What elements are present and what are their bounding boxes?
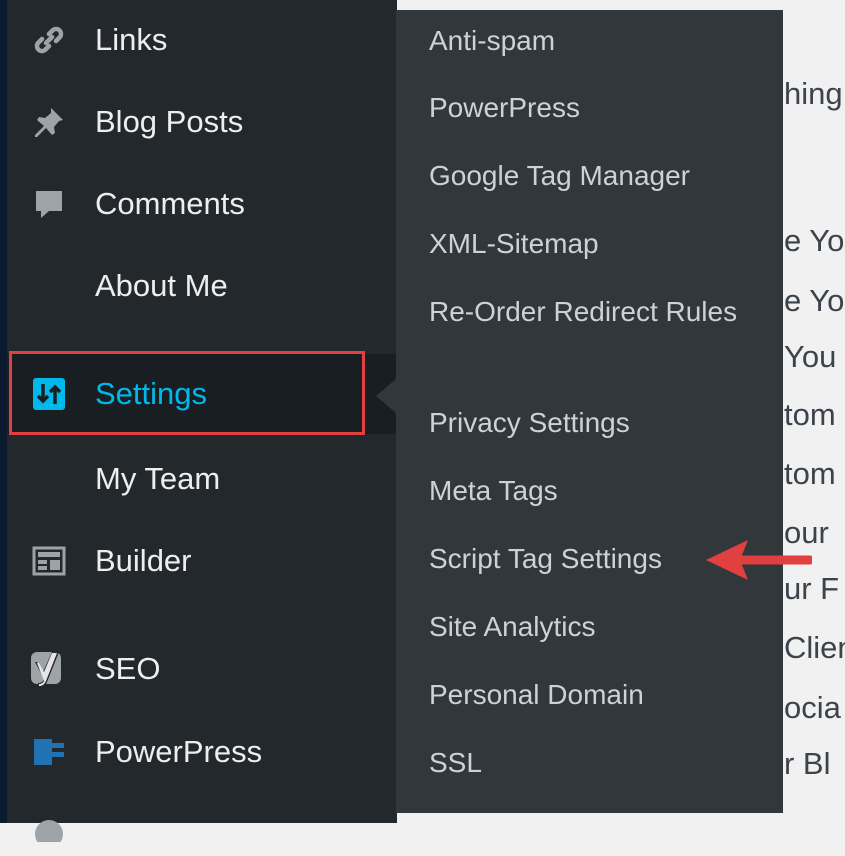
- sidebar-item-label: Builder: [95, 543, 192, 578]
- content-text-fragment: ocia: [784, 690, 841, 725]
- submenu-item-powerpress[interactable]: PowerPress: [429, 86, 763, 130]
- content-text-fragment: hing: [784, 76, 843, 111]
- content-text-fragment: tom: [784, 456, 836, 491]
- admin-sidebar: Links Blog Posts Comments About Me Setti…: [7, 0, 397, 842]
- submenu-item-ssl[interactable]: SSL: [429, 741, 763, 785]
- submenu-item-privacy-settings[interactable]: Privacy Settings: [429, 401, 763, 445]
- sidebar-item-label: Blog Posts: [95, 104, 244, 139]
- sidebar-item-my-team[interactable]: My Team: [7, 447, 397, 511]
- sidebar-item-blog-posts[interactable]: Blog Posts: [7, 90, 397, 154]
- sidebar-item-powerpress[interactable]: PowerPress: [7, 720, 397, 784]
- left-edge-strip: [0, 0, 7, 823]
- yoast-icon: [29, 649, 69, 689]
- sidebar-item-seo[interactable]: SEO: [7, 637, 397, 701]
- sidebar-item-label: Comments: [95, 186, 245, 221]
- content-text-fragment: You: [784, 339, 837, 374]
- submenu-pointer: [376, 379, 396, 413]
- sidebar-item-label: About Me: [95, 268, 228, 303]
- sidebar-item-builder[interactable]: Builder: [7, 529, 397, 593]
- submenu-item-personal-domain[interactable]: Personal Domain: [429, 673, 763, 717]
- submenu-item-re-order-redirect-rules[interactable]: Re-Order Redirect Rules: [429, 290, 763, 334]
- content-text-fragment: e You: [784, 283, 845, 318]
- annotation-arrow-icon: [706, 540, 812, 580]
- submenu-item-site-analytics[interactable]: Site Analytics: [429, 605, 763, 649]
- sidebar-item-settings[interactable]: Settings: [7, 354, 397, 434]
- circle-icon: [29, 804, 69, 844]
- sidebar-item-links[interactable]: Links: [7, 8, 397, 72]
- content-text-fragment: r Bl: [784, 746, 831, 781]
- content-text-fragment: e You: [784, 223, 845, 258]
- content-text-fragment: Clien: [784, 630, 845, 665]
- sidebar-item-label: Links: [95, 22, 168, 57]
- sidebar-item-about-me[interactable]: About Me: [7, 254, 397, 318]
- submenu-item-anti-spam[interactable]: Anti-spam: [429, 19, 763, 63]
- content-text-fragment: tom: [784, 397, 836, 432]
- sidebar-item-label: Settings: [95, 376, 208, 411]
- pin-icon: [29, 102, 69, 142]
- submenu-item-google-tag-manager[interactable]: Google Tag Manager: [429, 154, 763, 198]
- sidebar-item-partial: [7, 792, 397, 856]
- sidebar-item-comments[interactable]: Comments: [7, 172, 397, 236]
- podcast-icon: [29, 732, 69, 772]
- sidebar-item-label: SEO: [95, 651, 161, 686]
- builder-icon: [29, 541, 69, 581]
- comment-icon: [29, 184, 69, 224]
- link-icon: [29, 20, 69, 60]
- sidebar-item-label: PowerPress: [95, 734, 263, 769]
- submenu-item-meta-tags[interactable]: Meta Tags: [429, 469, 763, 513]
- settings-icon: [29, 374, 69, 414]
- sidebar-item-label: My Team: [95, 461, 221, 496]
- settings-submenu: Anti-spam PowerPress Google Tag Manager …: [396, 10, 783, 813]
- submenu-item-xml-sitemap[interactable]: XML-Sitemap: [429, 222, 763, 266]
